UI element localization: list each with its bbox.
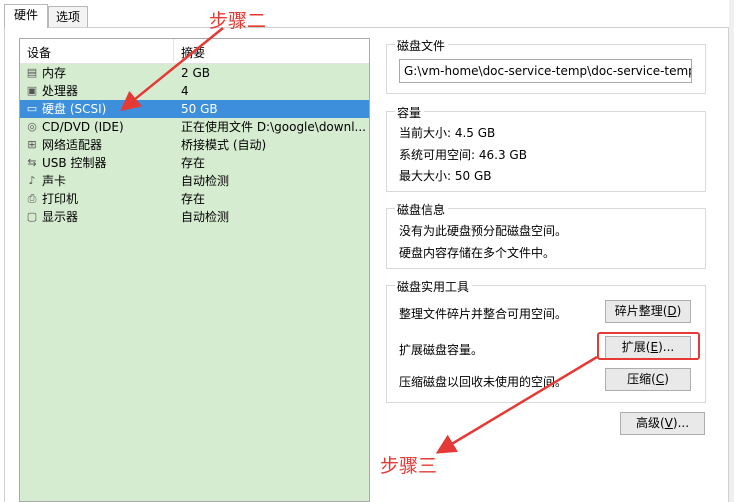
device-summary: 50 GB bbox=[181, 102, 218, 116]
defrag-description: 整理文件碎片并整合可用空间。 bbox=[399, 307, 568, 321]
device-row-display[interactable]: ▢ 显示器 自动检测 bbox=[20, 208, 369, 226]
capacity-group: 容量 当前大小: 4.5 GB 系统可用空间: 46.3 GB 最大大小: 50… bbox=[386, 104, 706, 192]
column-header-device[interactable]: 设备 bbox=[27, 44, 51, 61]
column-separator[interactable] bbox=[173, 39, 174, 62]
device-row-cd-dvd[interactable]: ◎ CD/DVD (IDE) 正在使用文件 D:\google\downl... bbox=[20, 118, 369, 136]
column-header-summary[interactable]: 摘要 bbox=[181, 44, 205, 61]
compact-button[interactable]: 压缩(C) bbox=[605, 368, 691, 391]
sound-card-icon: ♪ bbox=[28, 174, 36, 187]
device-name: 声卡 bbox=[42, 174, 67, 188]
expand-description: 扩展磁盘容量。 bbox=[399, 343, 484, 357]
device-name: 处理器 bbox=[42, 84, 79, 98]
device-summary: 自动检测 bbox=[181, 210, 230, 224]
window-edge bbox=[729, 0, 734, 502]
group-title: 磁盘信息 bbox=[395, 201, 449, 218]
device-row-processor[interactable]: ▣ 处理器 4 bbox=[20, 82, 369, 100]
cd-dvd-icon: ◎ bbox=[27, 120, 37, 133]
tab-options[interactable]: 选项 bbox=[48, 6, 88, 27]
group-title: 容量 bbox=[395, 104, 425, 121]
device-summary: 存在 bbox=[181, 156, 206, 170]
group-title: 磁盘实用工具 bbox=[395, 278, 473, 295]
hard-disk-icon: ▭ bbox=[26, 102, 38, 115]
button-label-suffix: )... bbox=[672, 416, 690, 430]
group-title: 磁盘文件 bbox=[395, 37, 449, 54]
device-row-printer[interactable]: ⎙ 打印机 存在 bbox=[20, 190, 369, 208]
memory-icon: ▤ bbox=[26, 66, 38, 79]
device-list-header: 设备 摘要 bbox=[20, 39, 369, 64]
device-summary: 存在 bbox=[181, 192, 206, 206]
processor-icon: ▣ bbox=[26, 84, 38, 97]
button-mnemonic: D bbox=[667, 304, 677, 318]
button-mnemonic: C bbox=[655, 372, 665, 386]
disk-file-group: 磁盘文件 G:\vm-home\doc-service-temp\doc-ser… bbox=[386, 37, 706, 94]
device-list[interactable]: 设备 摘要 ▤ 内存 2 GB ▣ 处理器 4 ▭ 硬盘 (SCSI) 50 G… bbox=[19, 38, 370, 502]
button-label-suffix: ) bbox=[676, 304, 682, 318]
device-name: 内存 bbox=[42, 66, 67, 80]
printer-icon: ⎙ bbox=[27, 192, 37, 205]
device-name: CD/DVD (IDE) bbox=[42, 120, 124, 134]
annotation-step-two: 步骤二 bbox=[209, 10, 267, 32]
device-summary: 桥接模式 (自动) bbox=[181, 138, 267, 152]
max-size-text: 最大大小: 50 GB bbox=[399, 169, 492, 183]
button-label: 压缩( bbox=[627, 372, 656, 386]
device-name: 硬盘 (SCSI) bbox=[42, 102, 107, 116]
tab-bar: 硬件 选项 bbox=[0, 0, 734, 28]
device-summary: 自动检测 bbox=[181, 174, 230, 188]
device-name: USB 控制器 bbox=[42, 156, 107, 170]
disk-info-group: 磁盘信息 没有为此硬盘预分配磁盘空间。 硬盘内容存储在多个文件中。 bbox=[386, 201, 706, 269]
button-label: 碎片整理( bbox=[614, 304, 668, 318]
device-summary: 4 bbox=[181, 84, 189, 98]
disk-file-path-field[interactable]: G:\vm-home\doc-service-temp\doc-service-… bbox=[399, 59, 692, 83]
annotation-step-three: 步骤三 bbox=[380, 455, 438, 477]
compact-description: 压缩磁盘以回收未使用的空间。 bbox=[399, 375, 568, 389]
usb-icon: ⇆ bbox=[27, 156, 37, 169]
button-mnemonic: V bbox=[664, 416, 673, 430]
device-row-usb-controller[interactable]: ⇆ USB 控制器 存在 bbox=[20, 154, 369, 172]
button-label-suffix: ) bbox=[664, 372, 669, 386]
device-name: 网络适配器 bbox=[42, 138, 103, 152]
device-row-sound-card[interactable]: ♪ 声卡 自动检测 bbox=[20, 172, 369, 190]
expand-button-highlight bbox=[597, 332, 700, 360]
display-icon: ▢ bbox=[26, 210, 38, 223]
disk-info-line-1: 没有为此硬盘预分配磁盘空间。 bbox=[399, 224, 568, 238]
device-row-memory[interactable]: ▤ 内存 2 GB bbox=[20, 64, 369, 82]
defragment-button[interactable]: 碎片整理(D) bbox=[605, 300, 691, 323]
device-summary: 正在使用文件 D:\google\downl... bbox=[181, 120, 366, 134]
current-size-text: 当前大小: 4.5 GB bbox=[399, 126, 496, 140]
tab-hardware[interactable]: 硬件 bbox=[4, 4, 48, 28]
device-name: 打印机 bbox=[42, 192, 79, 206]
device-name: 显示器 bbox=[42, 210, 79, 224]
device-summary: 2 GB bbox=[181, 66, 210, 80]
network-adapter-icon: ⊞ bbox=[27, 138, 37, 151]
device-row-network-adapter[interactable]: ⊞ 网络适配器 桥接模式 (自动) bbox=[20, 136, 369, 154]
system-available-text: 系统可用空间: 46.3 GB bbox=[399, 148, 527, 162]
button-label: 高级( bbox=[635, 416, 665, 430]
advanced-button[interactable]: 高级(V)... bbox=[620, 412, 705, 435]
disk-info-line-2: 硬盘内容存储在多个文件中。 bbox=[399, 246, 556, 260]
device-row-hard-disk[interactable]: ▭ 硬盘 (SCSI) 50 GB bbox=[20, 100, 369, 118]
